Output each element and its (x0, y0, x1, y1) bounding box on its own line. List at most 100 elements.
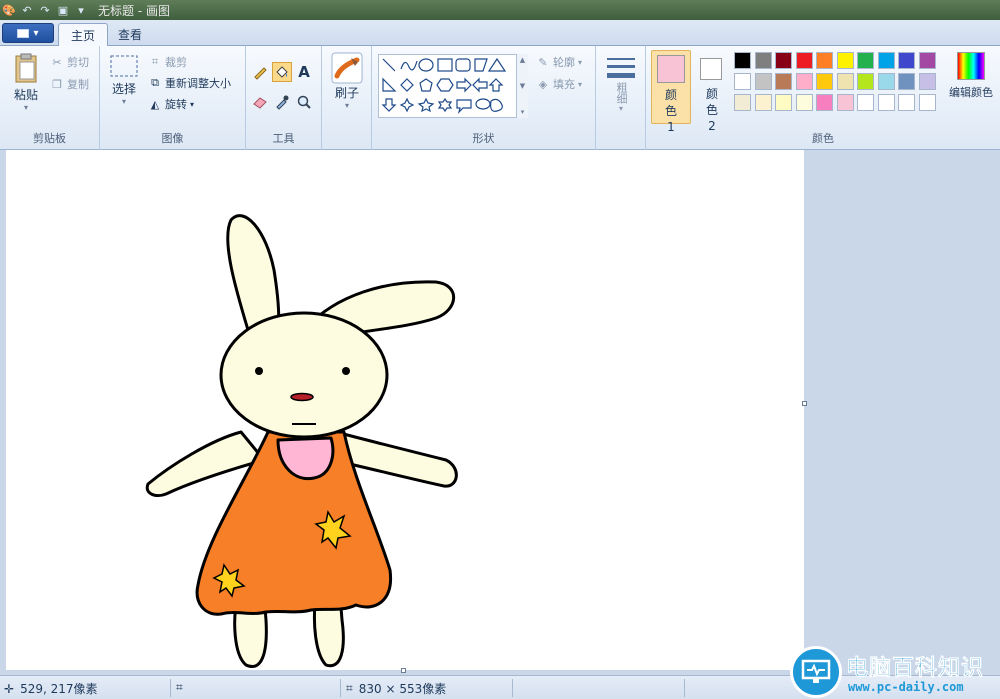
drawing-canvas[interactable] (6, 150, 804, 670)
palette-swatch[interactable] (857, 52, 874, 69)
brushes-dropdown-icon[interactable]: ▾ (345, 101, 349, 110)
palette-swatch[interactable] (877, 52, 895, 69)
scroll-down-icon[interactable]: ▼ (520, 82, 525, 90)
selection-size: ⌗ (176, 680, 189, 695)
canvas-resize-handle-bottom[interactable] (401, 668, 406, 673)
pencil-tool[interactable] (250, 62, 270, 82)
palette-swatch[interactable] (734, 73, 751, 90)
fill-label: 填充 (553, 78, 575, 91)
cursor-position-icon: ✛ (4, 681, 15, 696)
color-spectrum-icon (957, 52, 985, 80)
palette-swatch[interactable] (775, 73, 792, 90)
bunny-nose (290, 392, 314, 402)
rotate-button[interactable]: ◭ 旋转 ▾ (148, 96, 194, 112)
palette-swatch[interactable] (734, 94, 751, 111)
shapes-gallery-icons (381, 57, 507, 114)
paste-button[interactable]: 粘贴 ▾ (8, 52, 44, 112)
status-divider (684, 679, 685, 697)
tab-view[interactable]: 查看 (106, 23, 154, 46)
eraser-tool[interactable] (250, 92, 270, 112)
fill-tool[interactable] (272, 62, 292, 82)
palette-swatch[interactable] (918, 94, 936, 111)
copy-button[interactable]: ❐ 复制 (50, 76, 89, 92)
canvas-resize-handle-right[interactable] (802, 401, 807, 406)
curve-shape-icon (400, 60, 418, 71)
palette-swatch[interactable] (754, 94, 772, 111)
size-label: 粗细 (615, 82, 628, 104)
palette-swatch[interactable] (836, 52, 854, 69)
palette-swatch[interactable] (816, 73, 833, 90)
outline-dropdown-icon[interactable]: ▾ (578, 58, 582, 67)
monitor-logo-icon (790, 646, 842, 698)
palette-swatch[interactable] (857, 94, 874, 111)
palette-swatch[interactable] (898, 94, 915, 111)
fill-dropdown-icon[interactable]: ▾ (578, 80, 582, 89)
redo-icon[interactable]: ↷ (36, 2, 54, 18)
palette-swatch[interactable] (898, 52, 915, 69)
six-point-star-shape-icon (437, 97, 453, 113)
palette-swatch[interactable] (795, 94, 813, 111)
palette-swatch[interactable] (918, 73, 936, 90)
size-dropdown-icon[interactable]: ▾ (619, 104, 623, 113)
size-button[interactable]: 粗细 ▾ (604, 54, 638, 113)
palette-swatch[interactable] (795, 73, 813, 90)
tab-home[interactable]: 主页 (58, 23, 109, 46)
select-button[interactable]: 选择 ▾ (108, 54, 140, 106)
palette-swatch[interactable] (754, 52, 772, 69)
cut-button[interactable]: ✂ 剪切 (50, 54, 89, 70)
paint-menu-button[interactable]: ▾ (2, 23, 54, 43)
outline-button[interactable]: ✎ 轮廓 ▾ (536, 54, 582, 70)
image-group: 选择 ▾ ⌗ 裁剪 ⧉ 重新调整大小 ◭ 旋转 ▾ 图像 (100, 46, 246, 150)
save-icon[interactable]: ▣ (54, 2, 72, 18)
colors-group-label: 颜色 (812, 132, 834, 145)
color2-button[interactable]: 颜色 2 (696, 50, 728, 133)
four-point-star-shape-icon (399, 97, 415, 113)
fill-button[interactable]: ◈ 填充 ▾ (536, 76, 582, 92)
status-divider (340, 679, 341, 697)
brushes-button[interactable]: 刷子 ▾ (330, 52, 364, 110)
scroll-up-icon[interactable]: ▲ (520, 56, 525, 64)
palette-swatch[interactable] (877, 73, 895, 90)
text-tool[interactable]: A (294, 62, 314, 82)
copy-icon: ❐ (52, 77, 62, 91)
palette-swatch[interactable] (775, 94, 792, 111)
shapes-gallery[interactable] (378, 54, 528, 118)
palette-swatch[interactable] (857, 73, 874, 90)
bunny-left-eye (255, 367, 263, 375)
paste-icon (15, 53, 37, 83)
rotate-dropdown-icon[interactable]: ▾ (190, 100, 194, 109)
color1-label: 颜色 1 (664, 88, 677, 134)
undo-icon[interactable]: ↶ (18, 2, 36, 18)
edit-colors-button[interactable]: 编辑颜色 (946, 52, 996, 100)
customize-quick-access-icon[interactable]: ▾ (72, 2, 90, 18)
shapes-gallery-scroll[interactable]: ▲ ▼ ▾ (516, 54, 528, 118)
palette-swatch[interactable] (775, 52, 792, 69)
palette-swatch[interactable] (918, 52, 936, 69)
line-shape-icon (382, 58, 396, 72)
shapes-group-label: 形状 (472, 132, 495, 145)
color2-swatch (700, 58, 722, 80)
bunny-head (219, 311, 389, 439)
crop-button[interactable]: ⌗ 裁剪 (148, 54, 187, 70)
color1-button[interactable]: 颜色 1 (651, 50, 691, 134)
diamond-shape-icon (400, 78, 414, 92)
palette-swatch[interactable] (754, 73, 772, 90)
magnifier-tool[interactable] (294, 92, 314, 112)
color-picker-tool[interactable] (272, 92, 292, 112)
palette-swatch[interactable] (877, 94, 895, 111)
palette-swatch[interactable] (836, 94, 854, 111)
palette-swatch[interactable] (836, 73, 854, 90)
palette-swatch[interactable] (816, 52, 833, 69)
rectangle-shape-icon (437, 58, 453, 72)
palette-swatch[interactable] (795, 52, 813, 69)
select-dropdown-icon[interactable]: ▾ (122, 97, 126, 106)
palette-swatch[interactable] (898, 73, 915, 90)
paste-dropdown-icon[interactable]: ▾ (24, 103, 28, 112)
resize-icon: ⧉ (151, 76, 159, 89)
brush-icon (331, 52, 363, 84)
gallery-expand-icon[interactable]: ▾ (521, 108, 525, 116)
palette-swatch[interactable] (734, 52, 751, 69)
palette-swatch[interactable] (816, 94, 833, 111)
resize-button[interactable]: ⧉ 重新调整大小 (148, 75, 231, 91)
title-bar: 🎨 ↶ ↷ ▣ ▾ 无标题 - 画图 (0, 0, 1000, 20)
